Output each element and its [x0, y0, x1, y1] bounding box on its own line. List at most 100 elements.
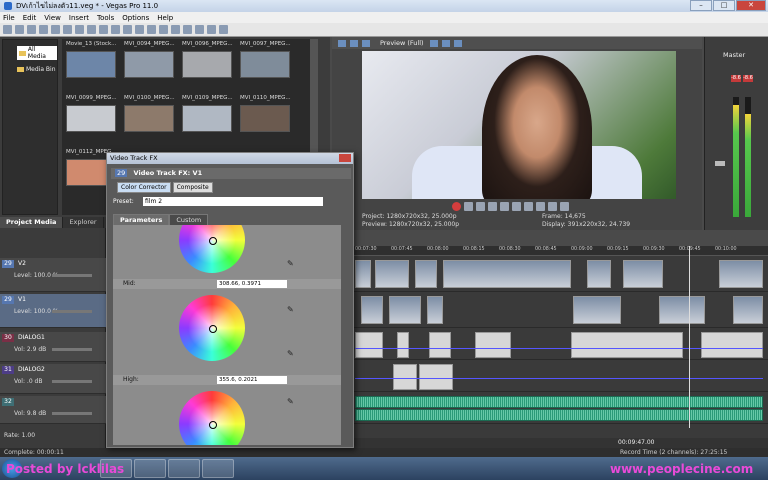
audio-clip[interactable]	[571, 332, 683, 358]
eyedropper-icon[interactable]: ✎	[287, 305, 294, 314]
new-project-icon[interactable]	[3, 25, 12, 34]
track-header-v1[interactable]: 29 V1 Level: 100.0 %	[0, 294, 106, 328]
pause-icon[interactable]	[500, 202, 509, 211]
menu-help[interactable]: Help	[157, 14, 173, 22]
render-icon[interactable]	[51, 25, 60, 34]
video-clip[interactable]	[415, 260, 437, 288]
selection-tool-icon[interactable]	[195, 25, 204, 34]
high-value[interactable]: 355.6, 0.2021	[217, 376, 287, 384]
audio-waveform-clip[interactable]	[355, 409, 763, 421]
envelope-tool-icon[interactable]	[183, 25, 192, 34]
taskbar-media-app[interactable]	[202, 459, 234, 478]
audio-clip[interactable]	[419, 364, 453, 390]
track-header-v2[interactable]: 29 V2 Level: 100.0 %	[0, 258, 106, 292]
auto-ripple-icon[interactable]	[147, 25, 156, 34]
minimize-button[interactable]: –	[690, 0, 712, 11]
media-thumb[interactable]: MVI_0096_MPEG...	[182, 41, 233, 79]
preview-quality-select[interactable]: Preview (Full)	[380, 39, 424, 47]
fx-close-button[interactable]	[339, 154, 351, 162]
video-clip[interactable]	[443, 260, 571, 288]
eyedropper-icon[interactable]: ✎	[287, 349, 294, 358]
level-slider[interactable]	[52, 274, 92, 277]
track-name[interactable]: V2	[18, 260, 26, 267]
lane-v2[interactable]	[353, 258, 768, 292]
menu-view[interactable]: View	[44, 14, 61, 22]
record-icon[interactable]	[452, 202, 461, 211]
preset-select[interactable]: film 2	[143, 197, 323, 206]
close-button[interactable]: ✕	[736, 0, 766, 11]
volume-slider[interactable]	[52, 412, 92, 415]
loop-icon[interactable]	[464, 202, 473, 211]
video-clip[interactable]	[361, 296, 383, 324]
video-clip[interactable]	[733, 296, 763, 324]
media-thumb[interactable]: MVI_0110_MPEG...	[240, 95, 291, 133]
audio-clip[interactable]	[393, 364, 417, 390]
go-to-start-icon[interactable]	[524, 202, 533, 211]
maximize-button[interactable]: □	[713, 0, 735, 11]
lane-dialog2[interactable]	[353, 362, 768, 392]
video-clip[interactable]	[573, 296, 621, 324]
media-thumb[interactable]: MVI_0109_MPEG...	[182, 95, 233, 133]
audio-clip[interactable]	[475, 332, 511, 358]
tab-project-media[interactable]: Project Media	[0, 217, 64, 228]
fx-chain-composite[interactable]: Composite	[172, 182, 213, 193]
menu-insert[interactable]: Insert	[69, 14, 89, 22]
stop-icon[interactable]	[512, 202, 521, 211]
volume-envelope[interactable]	[355, 378, 763, 379]
track-header-dialog2[interactable]: 31 DIALOG2 Vol: .0 dB	[0, 364, 106, 394]
track-name[interactable]: DIALOG2	[18, 366, 45, 373]
video-clip[interactable]	[623, 260, 663, 288]
save-icon[interactable]	[27, 25, 36, 34]
level-slider[interactable]	[52, 310, 92, 313]
track-name[interactable]: V1	[18, 296, 26, 303]
media-thumb[interactable]: Movie_13 (Stock...	[66, 41, 116, 79]
mid-color-wheel[interactable]	[179, 295, 245, 361]
external-monitor-icon[interactable]	[350, 39, 358, 47]
eyedropper-icon[interactable]: ✎	[287, 259, 294, 268]
menu-file[interactable]: File	[3, 14, 15, 22]
open-icon[interactable]	[15, 25, 24, 34]
tree-item-media-bin[interactable]: Media Bin	[17, 66, 57, 73]
project-properties-icon[interactable]	[338, 39, 346, 47]
copy-snapshot-icon[interactable]	[441, 39, 450, 47]
video-clip[interactable]	[375, 260, 409, 288]
high-section[interactable]: High: 355.6, 0.2021	[113, 375, 341, 385]
high-color-wheel[interactable]	[179, 391, 245, 445]
volume-envelope[interactable]	[355, 348, 763, 349]
menu-tools[interactable]: Tools	[97, 14, 114, 22]
tree-item-all-media[interactable]: All Media	[17, 46, 57, 60]
master-fader[interactable]	[715, 161, 725, 166]
snap-icon[interactable]	[135, 25, 144, 34]
menu-edit[interactable]: Edit	[23, 14, 37, 22]
video-clip[interactable]	[659, 296, 705, 324]
zoom-tool-icon[interactable]	[207, 25, 216, 34]
track-name[interactable]: DIALOG1	[18, 334, 45, 341]
video-clip[interactable]	[719, 260, 763, 288]
lock-envelope-icon[interactable]	[159, 25, 168, 34]
lane-32[interactable]	[353, 394, 768, 424]
play-from-start-icon[interactable]	[476, 202, 485, 211]
eyedropper-icon[interactable]: ✎	[287, 397, 294, 406]
media-thumb[interactable]: MVI_0099_MPEG...	[66, 95, 117, 133]
split-screen-icon[interactable]	[362, 39, 370, 47]
cut-icon[interactable]	[75, 25, 84, 34]
properties-icon[interactable]	[63, 25, 72, 34]
undo-icon[interactable]	[111, 25, 120, 34]
track-header-dialog1[interactable]: 30 DIALOG1 Vol: 2.9 dB	[0, 332, 106, 362]
redo-icon[interactable]	[123, 25, 132, 34]
low-color-wheel[interactable]	[179, 225, 245, 273]
copy-icon[interactable]	[87, 25, 96, 34]
audio-clip[interactable]	[397, 332, 409, 358]
overlays-icon[interactable]	[429, 39, 438, 47]
volume-slider[interactable]	[52, 380, 92, 383]
media-thumb[interactable]: MVI_0094_MPEG...	[124, 41, 175, 79]
video-clip[interactable]	[587, 260, 611, 288]
audio-clip[interactable]	[355, 332, 383, 358]
time-ruler[interactable]: 00:07:30 00:07:45 00:08:00 00:08:15 00:0…	[353, 246, 768, 256]
mid-section[interactable]: Mid: 308.66, 0.3971	[113, 279, 341, 289]
media-thumb[interactable]: MVI_0100_MPEG...	[124, 95, 175, 133]
volume-slider[interactable]	[52, 348, 92, 351]
lane-dialog1[interactable]	[353, 330, 768, 360]
next-frame-icon[interactable]	[560, 202, 569, 211]
prev-frame-icon[interactable]	[548, 202, 557, 211]
